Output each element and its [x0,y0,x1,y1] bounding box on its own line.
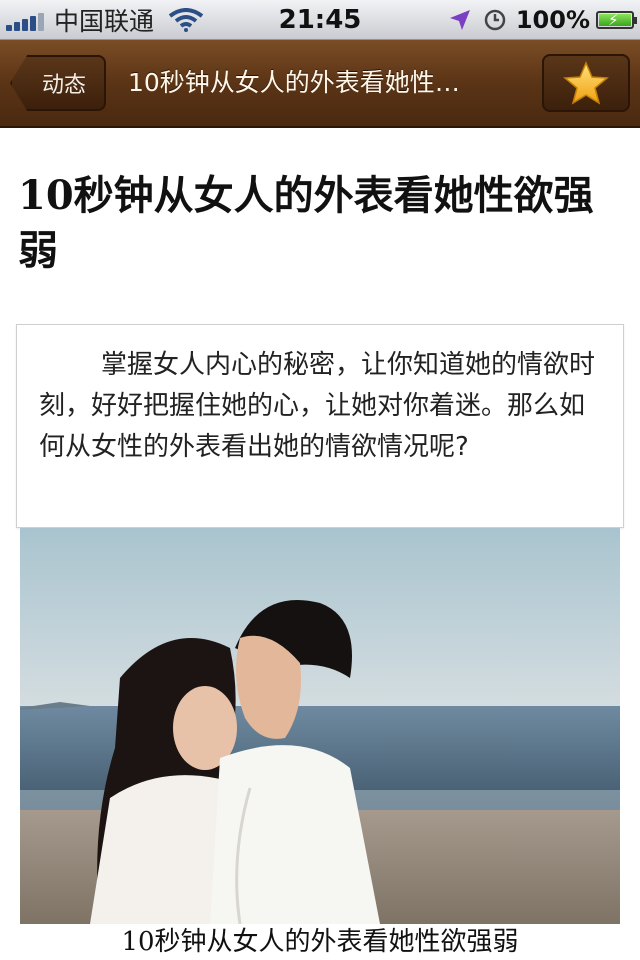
summary-box: 掌握女人内心的秘密，让你知道她的情欲时刻，好好把握住她的心，让她对你着迷。那么如… [16,324,624,528]
favorite-button[interactable] [542,54,630,112]
location-icon [449,10,470,30]
battery-icon: ⚡ [596,11,637,29]
back-button[interactable]: 动态 [10,55,106,111]
status-bar: 中国联通 21:45 100% ⚡ [0,0,640,40]
star-icon [563,61,609,105]
battery-percent: 100% [515,6,590,34]
article-title: 10秒钟从女人的外表看她性欲强弱 [18,172,594,274]
article-image [20,528,620,924]
couple-photo [20,528,620,924]
article-summary: 掌握女人内心的秘密，让你知道她的情欲时刻，好好把握住她的心，让她对你着迷。那么如… [39,350,596,462]
nav-title: 10秒钟从女人的外表看她性… [128,68,460,97]
back-button-label: 动态 [41,73,86,98]
navigation-bar: 动态 10秒钟从女人的外表看她性… [0,40,640,128]
clock-icon [484,9,506,31]
image-caption: 10秒钟从女人的外表看她性欲强弱 [121,927,519,957]
